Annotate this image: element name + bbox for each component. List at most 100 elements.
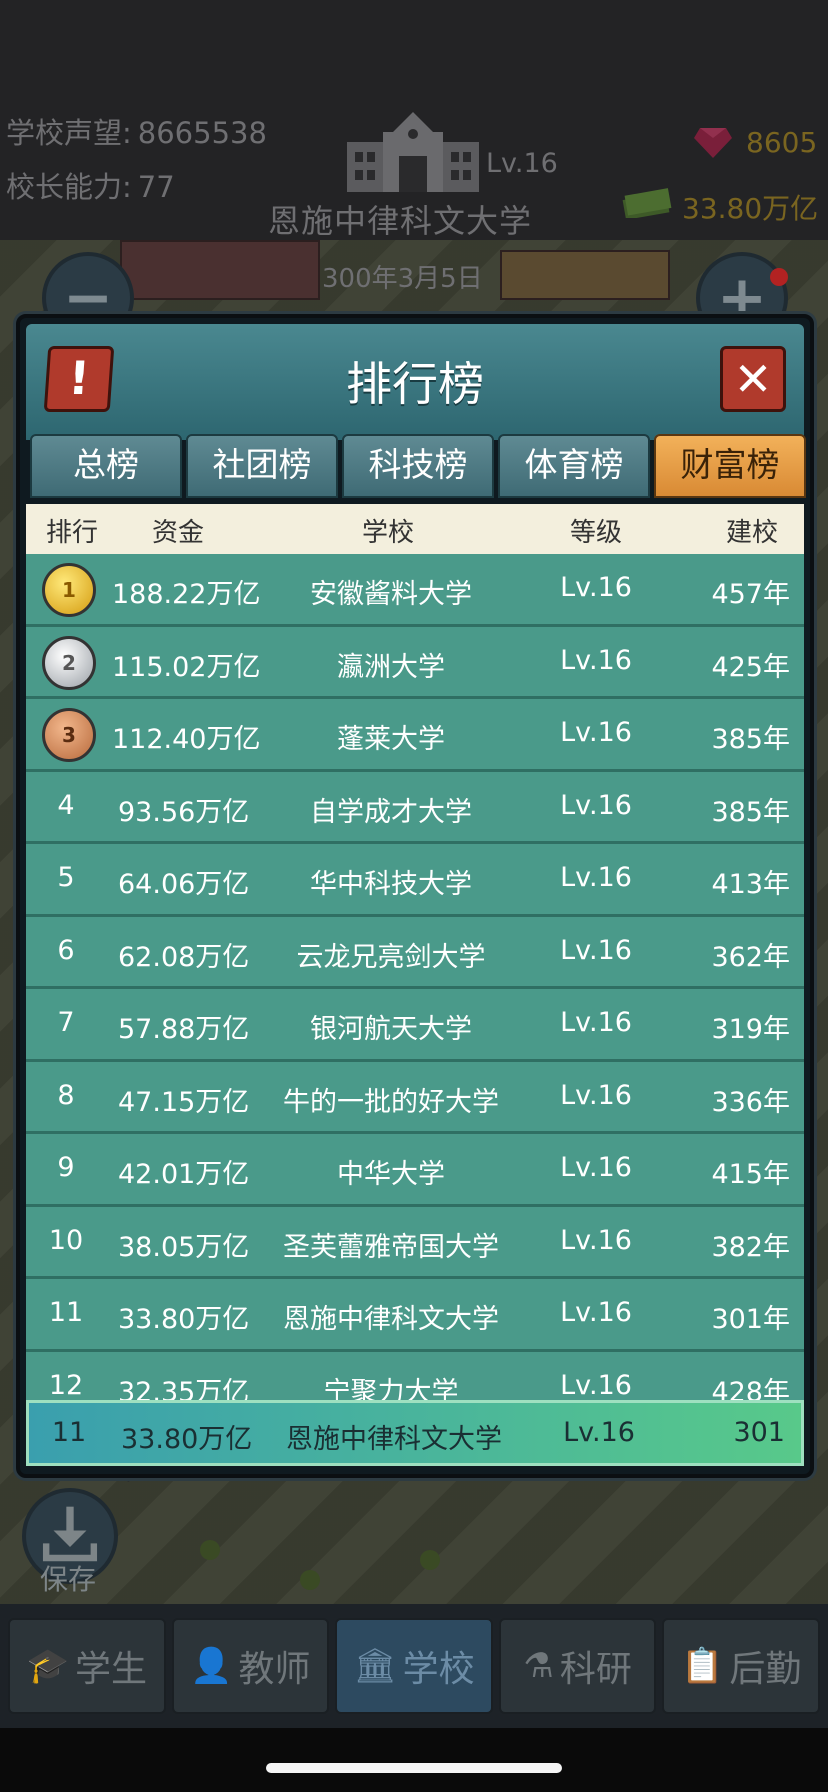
nav-label: 科研 xyxy=(559,1649,632,1690)
table-row[interactable]: 1 188.22万亿 安徽酱料大学 Lv.16 457年 xyxy=(26,554,804,627)
row-rank: 9 xyxy=(57,1152,75,1183)
tab-overall[interactable]: 总榜 xyxy=(30,434,182,498)
school-building-icon xyxy=(347,112,479,192)
table-row[interactable]: 6 62.08万亿 云龙兄亮剑大学 Lv.16 362年 xyxy=(26,916,804,989)
row-level: Lv.16 xyxy=(560,644,632,676)
row-rank: 10 xyxy=(48,1224,84,1256)
table-row[interactable]: 5 64.06万亿 华中科技大学 Lv.16 413年 xyxy=(26,844,804,917)
row-school: 圣芙蕾雅帝国大学 xyxy=(283,1231,499,1263)
row-rank: 11 xyxy=(48,1297,84,1328)
nav-label: 后勤 xyxy=(729,1649,802,1690)
bottom-nav: 🎓 学生 👤 教师 🏛 学校 ⚗ 科研 📋 后勤 xyxy=(0,1604,828,1728)
row-founded: 385年 xyxy=(711,796,790,828)
row-founded: 362年 xyxy=(711,941,790,973)
row-school: 恩施中律科文大学 xyxy=(283,1304,499,1335)
row-founded: 319年 xyxy=(711,1014,790,1045)
system-bar xyxy=(0,1728,828,1792)
row-rank: 4 xyxy=(57,789,75,821)
nav-students[interactable]: 🎓 学生 xyxy=(8,1618,166,1714)
leaderboard-list: 1 188.22万亿 安徽酱料大学 Lv.16 457年 2 115.02万亿 … xyxy=(26,554,804,1424)
silver-medal-icon: 2 xyxy=(42,635,96,690)
row-level: Lv.16 xyxy=(560,1369,632,1401)
home-indicator[interactable] xyxy=(266,1763,562,1773)
nav-label: 教师 xyxy=(238,1649,311,1690)
row-founded: 382年 xyxy=(711,1231,790,1263)
gold-medal-icon: 1 xyxy=(42,563,96,617)
gem-count: 8605 xyxy=(746,126,818,159)
nav-research[interactable]: ⚗ 科研 xyxy=(498,1618,657,1714)
tab-club[interactable]: 社团榜 xyxy=(186,434,338,498)
row-school: 云龙兄亮剑大学 xyxy=(296,941,486,973)
close-button[interactable]: ✕ xyxy=(720,346,786,412)
tree xyxy=(300,1570,320,1590)
col-rank: 排行 xyxy=(46,518,99,548)
tree xyxy=(420,1550,440,1570)
tab-sports[interactable]: 体育榜 xyxy=(498,434,650,498)
row-rank: 8 xyxy=(57,1079,75,1111)
row-founded: 457年 xyxy=(711,579,790,610)
table-row[interactable]: 3 112.40万亿 蓬莱大学 Lv.16 385年 xyxy=(26,699,804,772)
row-founded: 301年 xyxy=(711,1304,790,1335)
row-school: 自学成才大学 xyxy=(310,796,472,828)
school-name: 恩施中律科文大学 xyxy=(268,202,533,240)
table-row[interactable]: 4 93.56万亿 自学成才大学 Lv.16 385年 xyxy=(26,771,804,844)
row-level: Lv.16 xyxy=(560,717,632,748)
clipboard-icon: 📋 xyxy=(680,1646,724,1686)
tab-wealth[interactable]: 财富榜 xyxy=(654,434,806,498)
table-row[interactable]: 2 115.02万亿 瀛洲大学 Lv.16 425年 xyxy=(26,626,804,699)
row-founded: 413年 xyxy=(711,869,790,900)
game-date: 300年3月5日 xyxy=(322,264,483,294)
column-header: 排行 资金 学校 等级 建校 xyxy=(26,504,804,554)
bronze-medal-icon: 3 xyxy=(42,708,96,762)
col-funds: 资金 xyxy=(152,518,205,548)
table-row[interactable]: 9 42.01万亿 中华大学 Lv.16 415年 xyxy=(26,1134,804,1207)
own-school: 恩施中律科文大学 xyxy=(286,1424,502,1455)
gem-icon xyxy=(694,128,732,158)
leaderboard-tabs: 总榜 社团榜 科技榜 体育榜 财富榜 xyxy=(30,434,806,504)
nav-school[interactable]: 🏛 学校 xyxy=(335,1618,493,1714)
own-level: Lv.16 xyxy=(563,1417,635,1448)
row-level: Lv.16 xyxy=(560,1152,632,1183)
teacher-icon: 👤 xyxy=(190,1646,233,1686)
row-school: 蓬莱大学 xyxy=(337,724,445,755)
row-school: 牛的一批的好大学 xyxy=(283,1086,499,1118)
row-rank: 7 xyxy=(57,1007,75,1038)
own-rank: 11 xyxy=(51,1417,87,1448)
row-level: Lv.16 xyxy=(560,934,632,966)
nav-teachers[interactable]: 👤 教师 xyxy=(171,1618,330,1714)
ability-value: 77 xyxy=(137,170,175,204)
tab-tech[interactable]: 科技榜 xyxy=(342,434,494,498)
own-founded: 301 xyxy=(733,1417,785,1448)
table-row[interactable]: 11 33.80万亿 恩施中律科文大学 Lv.16 301年 xyxy=(26,1279,804,1352)
school-level: Lv.16 xyxy=(486,148,558,179)
building xyxy=(120,240,320,300)
row-founded: 336年 xyxy=(711,1086,790,1118)
row-school: 银河航天大学 xyxy=(310,1014,472,1045)
row-founded: 425年 xyxy=(711,651,790,683)
row-founded: 415年 xyxy=(711,1159,790,1190)
own-school-row[interactable]: 11 33.80万亿 恩施中律科文大学 Lv.16 301 xyxy=(26,1400,804,1466)
row-level: Lv.16 xyxy=(560,1007,632,1038)
row-rank: 12 xyxy=(48,1369,84,1401)
row-school: 瀛洲大学 xyxy=(337,651,445,683)
row-level: Lv.16 xyxy=(560,1224,632,1256)
nav-logistics[interactable]: 📋 后勤 xyxy=(662,1618,820,1714)
nav-label: 学校 xyxy=(402,1649,475,1690)
reputation-label: 学校声望: xyxy=(6,116,132,150)
leaderboard-dialog: ! 排行榜 ✕ 总榜 社团榜 科技榜 体育榜 财富榜 排行 资金 学校 等级 建… xyxy=(16,314,814,1478)
row-level: Lv.16 xyxy=(560,1079,632,1111)
row-rank: 6 xyxy=(57,934,75,966)
student-icon: 🎓 xyxy=(26,1646,69,1686)
school-icon: 🏛 xyxy=(353,1646,397,1686)
row-founded: 385年 xyxy=(711,724,790,755)
col-level: 等级 xyxy=(570,518,623,548)
dialog-header: ! 排行榜 ✕ xyxy=(26,324,804,440)
table-row[interactable]: 7 57.88万亿 银河航天大学 Lv.16 319年 xyxy=(26,989,804,1062)
table-row[interactable]: 8 47.15万亿 牛的一批的好大学 Lv.16 336年 xyxy=(26,1061,804,1134)
reputation-stat: 学校声望: 8665538 xyxy=(6,110,267,152)
row-school: 安徽酱料大学 xyxy=(310,579,472,610)
row-level: Lv.16 xyxy=(560,862,632,893)
table-row[interactable]: 10 38.05万亿 圣芙蕾雅帝国大学 Lv.16 382年 xyxy=(26,1206,804,1279)
ability-label: 校长能力: xyxy=(6,170,132,204)
cash-icon xyxy=(622,188,672,218)
